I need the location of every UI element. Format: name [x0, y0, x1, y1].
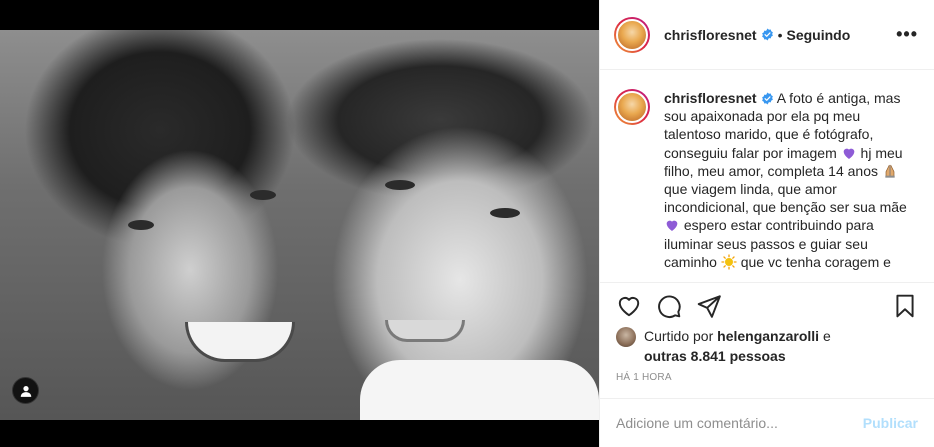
purple-heart-icon	[666, 221, 678, 232]
photo-detail	[128, 220, 154, 230]
author-username[interactable]: chrisfloresnet	[664, 27, 757, 43]
caption-username[interactable]: chrisfloresnet	[664, 90, 757, 106]
photo-detail	[385, 320, 465, 342]
comment-icon[interactable]	[656, 293, 682, 319]
likes-others-link[interactable]: outras 8.841 pessoas	[644, 348, 786, 364]
post-photo[interactable]	[0, 30, 599, 420]
photo-detail	[360, 360, 599, 420]
caption-section: chrisfloresnet A foto é antiga, mas sou …	[600, 71, 934, 282]
verified-badge-icon	[761, 28, 773, 41]
photo-detail	[185, 322, 295, 362]
photo-detail	[385, 180, 415, 190]
post-details-panel: chrisfloresnet • Seguindo ••• chrisflore…	[599, 0, 934, 447]
user-tag-button[interactable]	[12, 377, 39, 404]
caption-part: que vc tenha coragem e	[740, 253, 891, 270]
post-timestamp[interactable]: HÁ 1 HORA	[616, 372, 672, 383]
photo-detail	[250, 190, 276, 200]
likes-summary: Curtido por helenganzarolli e outras 8.8…	[616, 326, 918, 366]
post-image-panel[interactable]	[0, 0, 599, 447]
likes-connector: e	[822, 328, 831, 344]
publish-button[interactable]: Publicar	[863, 415, 918, 431]
bookmark-icon[interactable]	[892, 293, 918, 319]
sun-icon	[721, 254, 737, 270]
user-tag-icon	[20, 385, 31, 397]
comment-input[interactable]	[616, 415, 863, 431]
share-icon[interactable]	[696, 293, 722, 319]
purple-heart-icon	[843, 148, 854, 159]
post-header: chrisfloresnet • Seguindo •••	[600, 0, 934, 70]
comment-form: Publicar	[600, 398, 934, 447]
praying-hands-icon	[885, 164, 895, 178]
following-button[interactable]: Seguindo	[787, 27, 851, 43]
caption-author-avatar[interactable]	[614, 89, 650, 125]
action-bar	[600, 282, 934, 319]
caption-text: chrisfloresnet A foto é antiga, mas sou …	[664, 89, 909, 282]
liker-avatar[interactable]	[616, 327, 636, 347]
separator-dot: •	[777, 26, 783, 43]
photo-detail	[490, 208, 520, 218]
heart-icon[interactable]	[616, 293, 642, 319]
liker-username[interactable]: helenganzarolli	[717, 328, 819, 344]
caption-part: que viagem linda, que amor incondicional…	[664, 181, 907, 216]
author-avatar[interactable]	[614, 16, 650, 53]
more-options-icon[interactable]: •••	[896, 24, 918, 45]
likes-text: Curtido por helenganzarolli e outras 8.8…	[644, 326, 831, 366]
likes-prefix: Curtido por	[644, 328, 714, 344]
verified-badge-icon	[761, 92, 773, 105]
